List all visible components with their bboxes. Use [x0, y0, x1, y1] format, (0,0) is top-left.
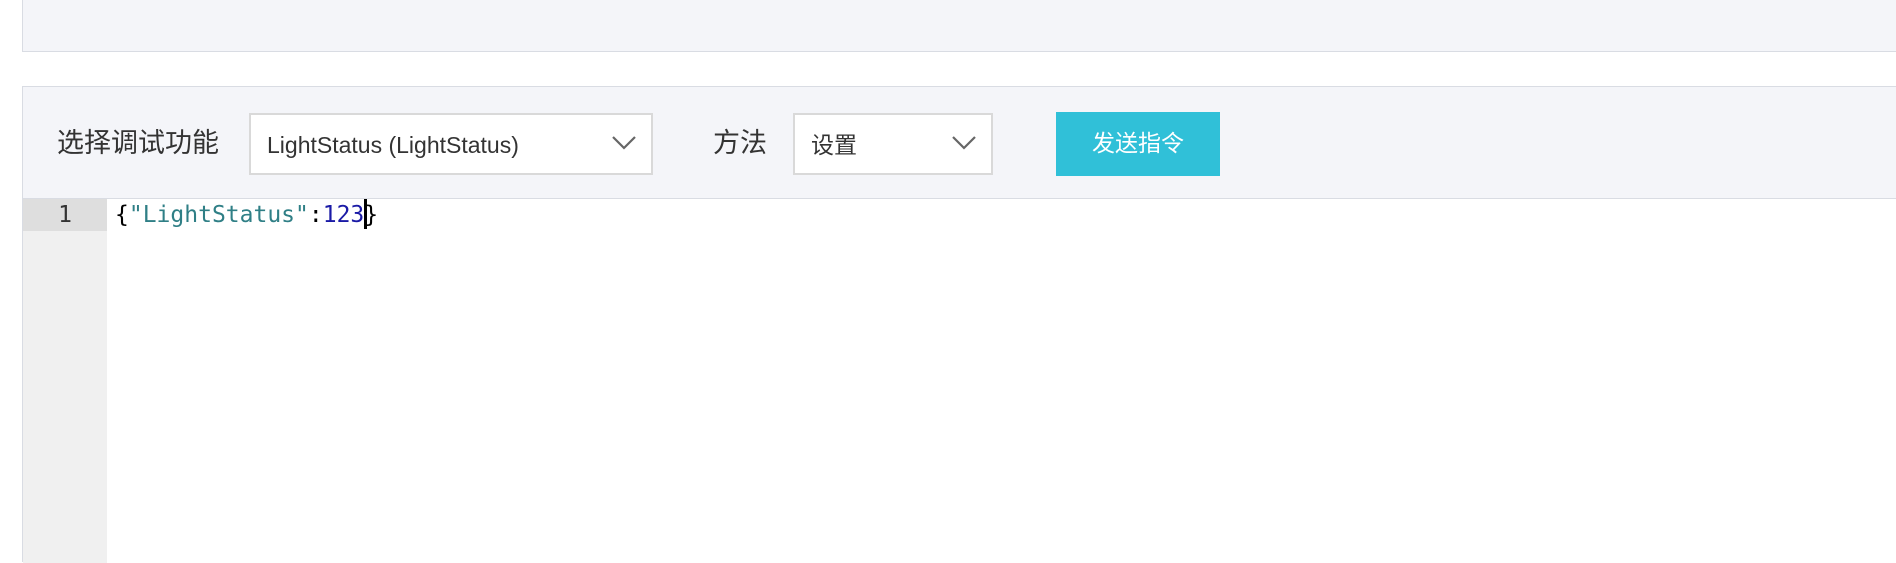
code-line[interactable]: {"LightStatus":123} — [115, 199, 378, 231]
send-command-button[interactable]: 发送指令 — [1056, 112, 1220, 176]
debug-toolbar: 选择调试功能 LightStatus (LightStatus) 方法 设置 发… — [23, 87, 1896, 199]
code-editor[interactable]: 1 {"LightStatus":123} — [23, 199, 1896, 563]
json-value: 123 — [322, 202, 365, 228]
method-label: 方法 — [713, 128, 767, 158]
top-panel — [22, 0, 1896, 52]
chevron-down-icon — [952, 136, 976, 150]
line-number-gutter: 1 — [23, 199, 107, 563]
line-number: 1 — [23, 199, 107, 231]
json-open-brace: { — [115, 202, 129, 228]
function-label: 选择调试功能 — [57, 128, 219, 158]
debug-panel: 选择调试功能 LightStatus (LightStatus) 方法 设置 发… — [22, 86, 1896, 563]
function-select[interactable]: LightStatus (LightStatus) — [249, 113, 653, 175]
method-select-value: 设置 — [811, 132, 857, 158]
method-select[interactable]: 设置 — [793, 113, 993, 175]
json-colon: : — [308, 202, 323, 228]
function-select-value: LightStatus (LightStatus) — [267, 132, 519, 158]
json-key: "LightStatus" — [128, 202, 309, 228]
chevron-down-icon — [612, 136, 636, 150]
json-close-brace: } — [364, 202, 379, 228]
